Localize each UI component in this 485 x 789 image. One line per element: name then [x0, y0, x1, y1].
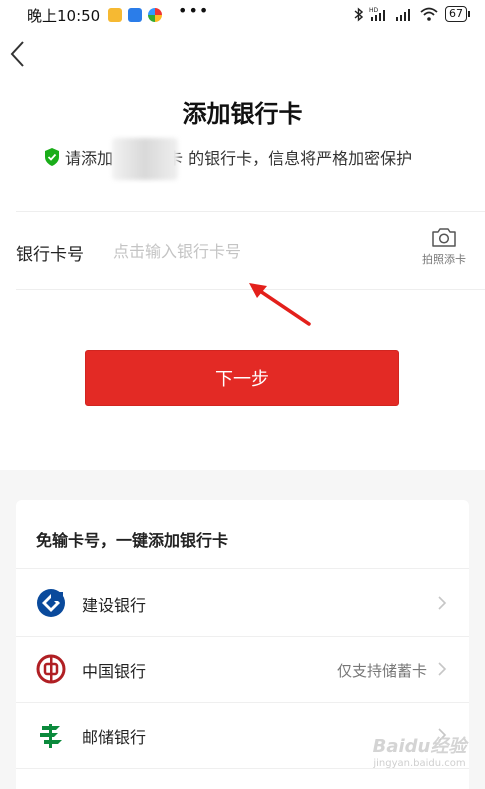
battery-icon: 67 — [445, 6, 470, 22]
shield-check-icon — [45, 148, 59, 166]
bank-list-separator — [16, 568, 469, 569]
notes-app-icon — [108, 8, 122, 22]
watermark-title: Baidu经验 — [372, 736, 467, 757]
card-number-row: 银行卡号 拍照添卡 — [0, 212, 485, 290]
psbc-logo-icon — [40, 724, 62, 748]
status-bar: 晚上10:50 ••• HD 67 — [0, 0, 485, 30]
more-notifications-icon: ••• — [178, 1, 210, 20]
subtitle-prefix: 请添加 — [65, 149, 114, 168]
hd-signal-icon: HD — [369, 7, 385, 21]
photo-add-card-button[interactable]: 拍照添卡 — [417, 226, 471, 267]
bank-note: 仅支持储蓄卡 — [336, 662, 427, 680]
bank-name: 建设银行 — [82, 596, 147, 615]
next-step-button[interactable]: 下一步 — [85, 350, 399, 406]
wifi-icon — [420, 7, 438, 21]
subtitle-suffix: 卡 的银行卡，信息将严格加密保护 — [167, 149, 413, 168]
redacted-blur — [112, 138, 178, 180]
maps-app-icon — [128, 8, 142, 22]
chevron-right-icon — [438, 662, 447, 676]
security-notice: 请添加 卡 的银行卡，信息将严格加密保护 — [43, 145, 412, 169]
photo-add-card-label: 拍照添卡 — [422, 253, 466, 266]
camera-icon — [432, 228, 456, 247]
status-right: HD 67 — [354, 6, 470, 22]
watermark-url: jingyan.baidu.com — [373, 758, 466, 769]
bank-name: 中国银行 — [82, 662, 147, 681]
bluetooth-icon — [354, 6, 363, 22]
status-time: 晚上10:50 — [27, 7, 101, 25]
ccb-logo-icon — [37, 589, 65, 617]
next-step-label: 下一步 — [215, 369, 269, 390]
card-number-input[interactable] — [113, 236, 403, 266]
card-number-label: 银行卡号 — [16, 245, 84, 265]
back-chevron-icon[interactable] — [6, 38, 28, 70]
bank-item-ccb[interactable]: 建设银行 — [16, 570, 469, 636]
bank-name: 邮储银行 — [82, 728, 147, 747]
camera360-app-icon — [148, 8, 162, 22]
notification-icons — [108, 8, 162, 22]
svg-text:HD: HD — [369, 7, 379, 14]
baidu-jingyan-watermark: Baidu经验 jingyan.baidu.com — [362, 732, 477, 778]
signal-icon — [396, 9, 410, 21]
bank-item-boc[interactable]: 中国银行 仅支持储蓄卡 — [16, 636, 469, 702]
red-annotation-arrow-icon — [249, 283, 311, 326]
quick-add-heading: 免输卡号，一键添加银行卡 — [36, 531, 229, 550]
page-title: 添加银行卡 — [182, 100, 303, 128]
boc-logo-icon — [36, 654, 66, 684]
chevron-right-icon — [438, 596, 447, 610]
